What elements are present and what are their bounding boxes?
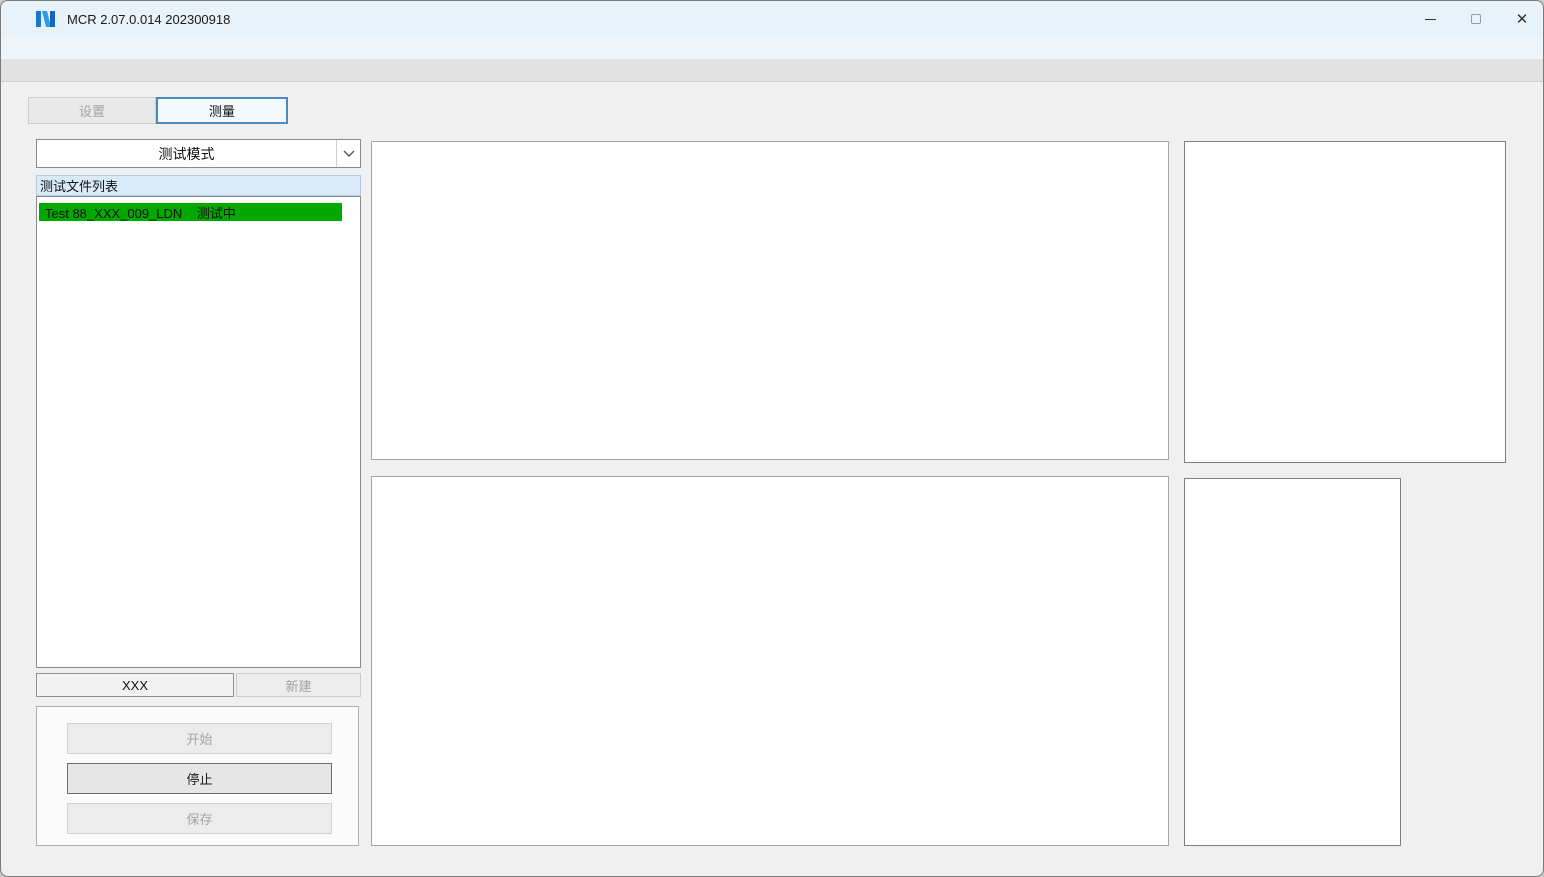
close-button[interactable]: ✕ [1499, 1, 1543, 37]
app-window: MCR 2.07.0.014 202300918 ✕ 设置 测量 测试模式 测试… [0, 0, 1544, 877]
save-button[interactable]: 保存 [67, 803, 332, 834]
title-bar: MCR 2.07.0.014 202300918 ✕ [1, 1, 1543, 37]
minimize-icon [1424, 18, 1436, 20]
maximize-button[interactable] [1453, 1, 1499, 37]
test-mode-select[interactable]: 测试模式 [36, 139, 361, 168]
bark-spectrum-chart[interactable] [372, 477, 1170, 847]
bark-table-panel [1184, 478, 1401, 846]
loudness-time-chart[interactable] [372, 142, 1170, 461]
test-mode-value: 测试模式 [158, 145, 215, 162]
maximize-icon [1471, 14, 1481, 24]
test-file-item[interactable]: Test 88_XXX_009_LDN 测试中 [39, 203, 342, 221]
close-icon: ✕ [1515, 11, 1529, 28]
bark-chart-panel [371, 476, 1169, 846]
test-file-list[interactable]: Test 88_XXX_009_LDN 测试中 [36, 196, 361, 668]
tab-measure[interactable]: 测量 [156, 97, 288, 124]
combo-dropdown-button[interactable] [336, 140, 360, 167]
tab-settings[interactable]: 设置 [28, 97, 156, 124]
new-button[interactable]: 新建 [236, 673, 361, 697]
start-button[interactable]: 开始 [67, 723, 332, 754]
app-icon [36, 11, 55, 27]
control-groupbox: 开始 停止 保存 [36, 706, 359, 846]
test-file-list-header: 测试文件列表 [36, 175, 361, 196]
window-title: MCR 2.07.0.014 202300918 [67, 11, 231, 27]
stop-button[interactable]: 停止 [67, 763, 332, 794]
chevron-down-icon [343, 150, 354, 157]
menu-bar [1, 37, 1543, 59]
tab-strip [1, 59, 1543, 82]
xxx-button[interactable]: XXX [36, 673, 234, 697]
loudness-time-chart-panel [371, 141, 1169, 460]
minimize-button[interactable] [1407, 1, 1453, 37]
loudness-table-panel [1184, 141, 1506, 463]
